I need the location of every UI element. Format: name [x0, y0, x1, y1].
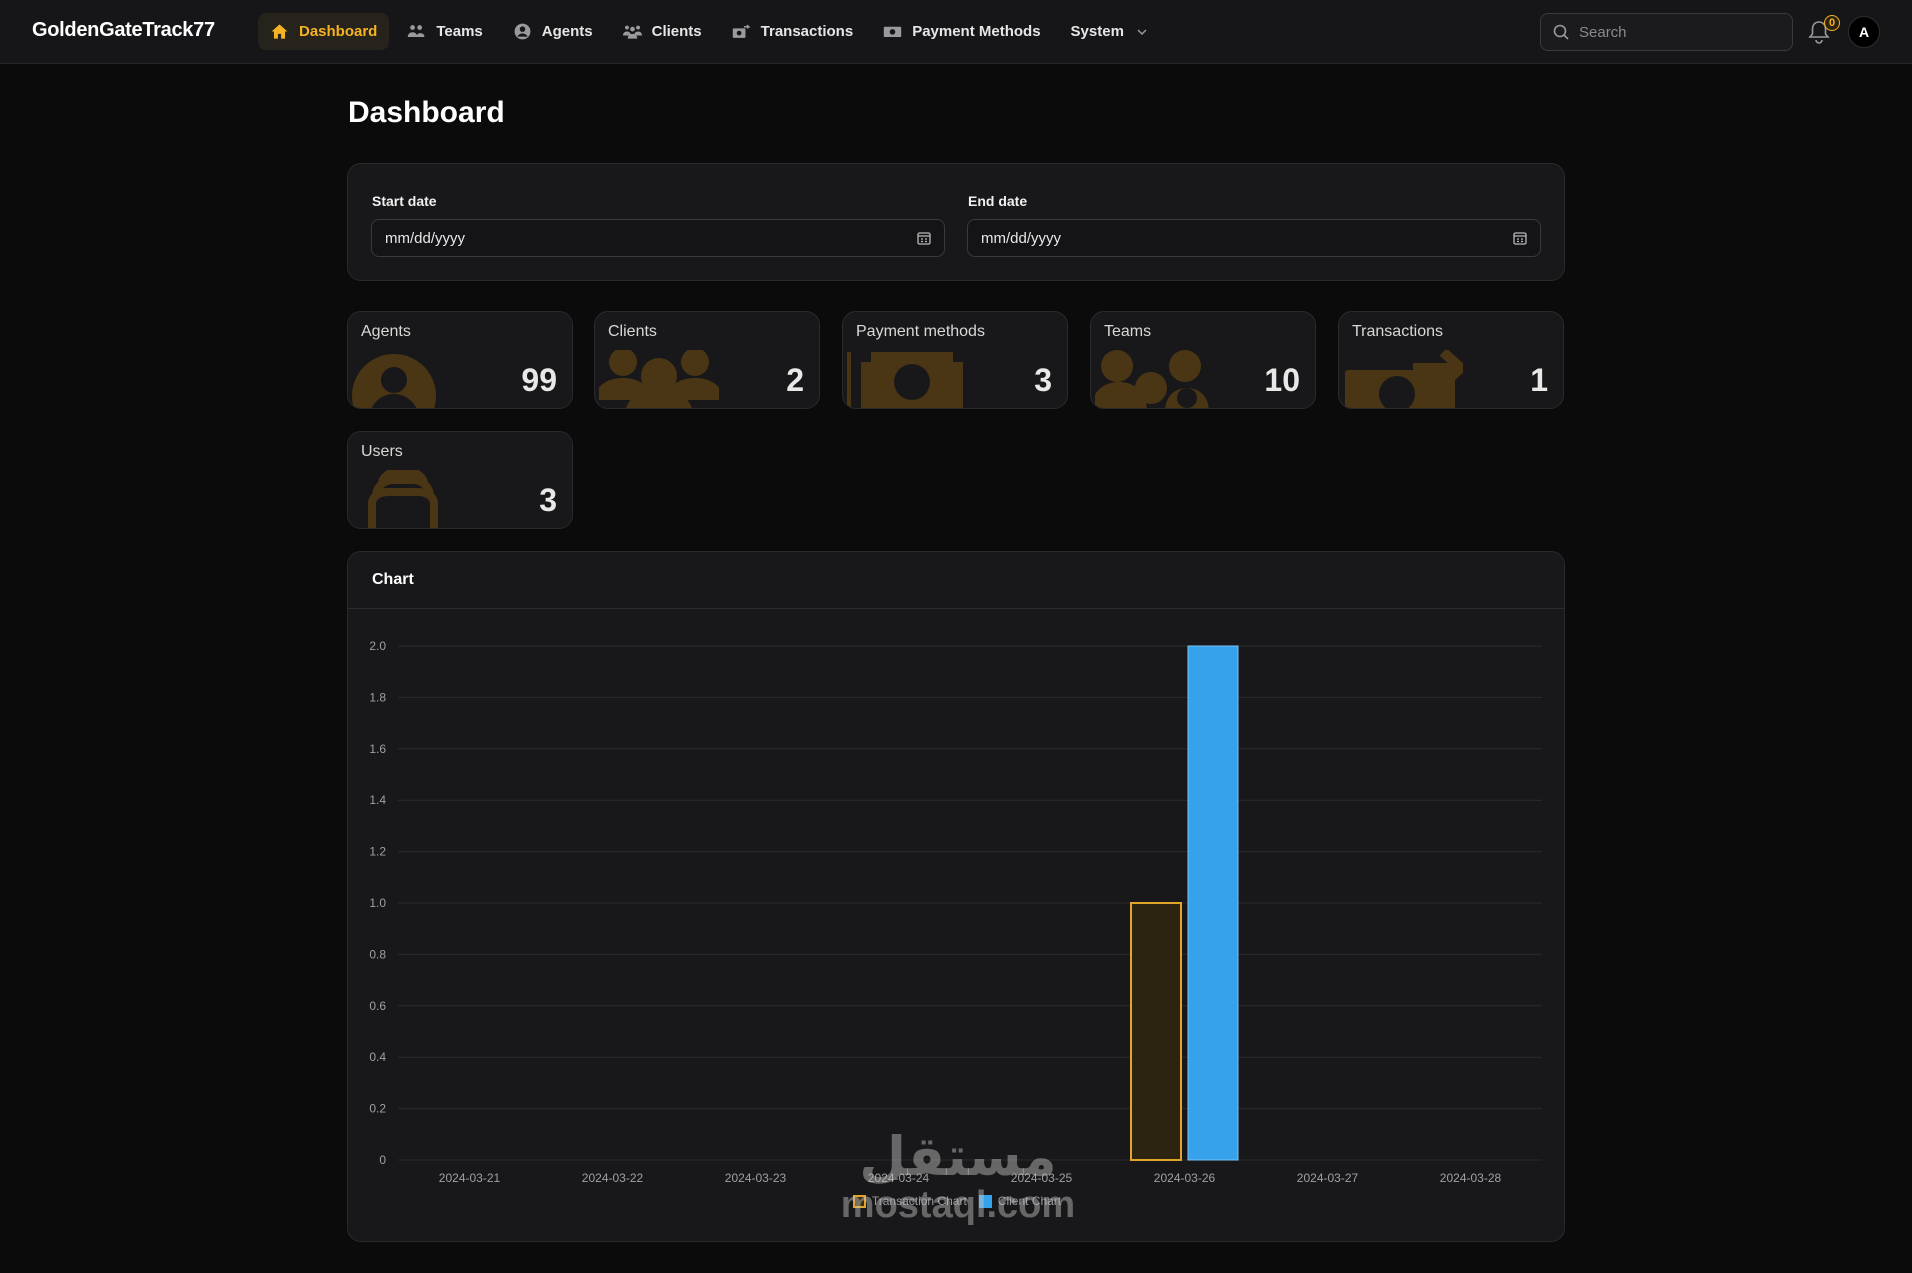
nav-item-clients[interactable]: Clients: [611, 13, 714, 50]
nav-item-payment-methods[interactable]: Payment Methods: [871, 13, 1052, 50]
cash-arrow-icon: [732, 24, 751, 38]
users-group-icon: [408, 25, 425, 38]
stat-card-clients[interactable]: Clients 2: [594, 311, 820, 409]
x-tick-label: 2024-03-27: [1297, 1171, 1359, 1185]
users-group-icon: [1095, 350, 1209, 408]
y-tick-label: 0.4: [369, 1050, 386, 1064]
top-navbar: GoldenGateTrack77 Dashboard Teams Agents…: [0, 0, 1912, 64]
search-input[interactable]: [1579, 23, 1779, 41]
stat-label: Agents: [361, 323, 411, 340]
stack-icon: [368, 470, 438, 528]
start-date-field[interactable]: mm/dd/yyyy: [371, 219, 945, 257]
y-tick-label: 2.0: [369, 639, 386, 653]
stat-value: 2: [786, 362, 804, 398]
stat-label: Teams: [1104, 323, 1152, 340]
search-box[interactable]: [1540, 13, 1793, 51]
stat-value: 99: [521, 362, 557, 398]
bar-transaction: [1130, 902, 1182, 1161]
stat-label: Users: [361, 443, 403, 460]
nav-label: Teams: [436, 23, 483, 40]
user-circle-icon: [352, 354, 436, 408]
watermark-arabic: مستقل: [859, 1125, 1057, 1188]
banknote-icon: [883, 26, 902, 38]
y-tick-label: 1.8: [369, 690, 386, 704]
x-tick-label: 2024-03-28: [1440, 1171, 1502, 1185]
page-title: Dashboard: [348, 96, 505, 129]
home-icon: [271, 24, 288, 39]
chart-title: Chart: [348, 552, 1564, 609]
search-icon: [1553, 24, 1569, 40]
nav-label: Transactions: [760, 23, 854, 40]
cash-arrow-icon: [1345, 350, 1463, 408]
end-date-label: End date: [968, 193, 1028, 209]
stat-label: Transactions: [1352, 323, 1443, 340]
stat-card-agents[interactable]: Agents 99: [347, 311, 573, 409]
y-tick-label: 1.6: [369, 742, 386, 756]
nav-label: Dashboard: [299, 23, 378, 40]
x-tick-label: 2024-03-21: [439, 1171, 501, 1185]
y-tick-label: 1.2: [369, 845, 386, 859]
notification-badge: 0: [1824, 15, 1840, 31]
banknote-icon: [847, 352, 963, 408]
avatar[interactable]: A: [1848, 16, 1880, 48]
end-date-field[interactable]: mm/dd/yyyy: [967, 219, 1541, 257]
watermark: مستقل mostaql.com: [838, 1125, 1078, 1227]
nav-item-dashboard[interactable]: Dashboard: [258, 13, 390, 50]
nav-item-transactions[interactable]: Transactions: [720, 13, 866, 50]
nav-item-system[interactable]: System: [1059, 13, 1160, 50]
stat-label: Payment methods: [856, 323, 985, 340]
nav-label: Payment Methods: [912, 23, 1041, 40]
chevron-down-icon: [1137, 28, 1147, 35]
bar-client: [1187, 645, 1239, 1161]
nav-label: System: [1070, 23, 1124, 40]
nav-label: Agents: [541, 23, 593, 40]
y-tick-label: 0.6: [369, 999, 386, 1013]
date-filter-card: Start date mm/dd/yyyy End date mm/dd/yyy…: [347, 163, 1565, 281]
brand-logo[interactable]: GoldenGateTrack77: [32, 19, 215, 42]
bar-chart: 0 0.2 0.4 0.6 0.8 1.0 1.2 1.4 1.6 1.8 2.0 2024-03-2…: [369, 639, 1542, 1185]
y-tick-label: 0: [379, 1153, 386, 1167]
stat-label: Clients: [608, 323, 657, 340]
stat-value: 10: [1264, 362, 1300, 398]
user-circle-icon: [514, 23, 531, 40]
stat-value: 3: [1034, 362, 1052, 398]
calendar-icon[interactable]: [917, 231, 931, 245]
nav-item-teams[interactable]: Teams: [395, 13, 494, 50]
x-tick-label: 2024-03-23: [725, 1171, 787, 1185]
y-tick-label: 0.2: [369, 1102, 386, 1116]
stat-card-payment-methods[interactable]: Payment methods 3: [842, 311, 1068, 409]
end-date-value: mm/dd/yyyy: [981, 229, 1062, 247]
stat-value: 1: [1530, 362, 1548, 398]
users-icon: [599, 350, 719, 408]
stat-card-transactions[interactable]: Transactions 1: [1338, 311, 1564, 409]
users-icon: [622, 25, 642, 39]
y-tick-label: 0.8: [369, 947, 386, 961]
main-nav: Dashboard Teams Agents Clients Transacti…: [258, 13, 1160, 50]
start-date-value: mm/dd/yyyy: [385, 229, 466, 247]
watermark-latin: mostaql.com: [840, 1184, 1076, 1226]
nav-item-agents[interactable]: Agents: [501, 13, 605, 50]
stat-value: 3: [539, 482, 557, 518]
start-date-label: Start date: [372, 193, 437, 209]
y-tick-label: 1.4: [369, 793, 386, 807]
stat-card-teams[interactable]: Teams 10: [1090, 311, 1316, 409]
y-tick-label: 1.0: [369, 896, 386, 910]
calendar-icon[interactable]: [1513, 231, 1527, 245]
x-tick-label: 2024-03-22: [582, 1171, 644, 1185]
nav-label: Clients: [651, 23, 702, 40]
x-tick-label: 2024-03-26: [1154, 1171, 1216, 1185]
stat-card-users[interactable]: Users 3: [347, 431, 573, 529]
